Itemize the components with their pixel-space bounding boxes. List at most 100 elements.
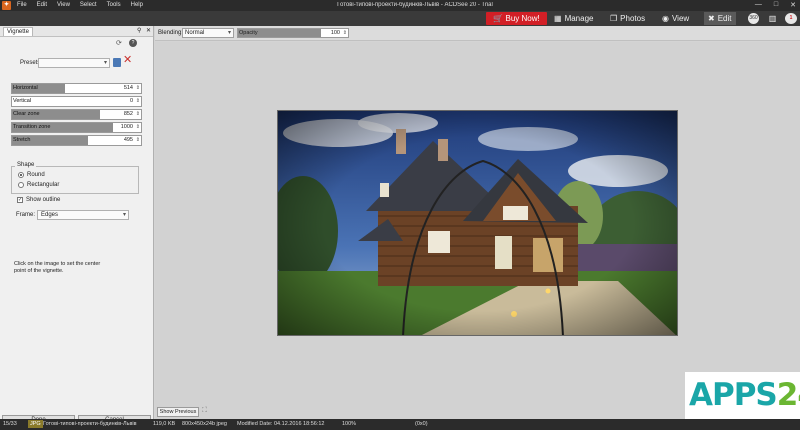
maximize-icon[interactable]: □ <box>774 1 778 9</box>
vignette-hint: Click on the image to set the center poi… <box>14 261 101 274</box>
status-index: 15/33 <box>3 421 17 427</box>
apps24-logo-apps: APPS <box>689 377 778 413</box>
shape-group: Shape Round Rectangular <box>11 162 139 194</box>
photos-icon: ❐ <box>610 14 618 23</box>
blending-label: Blending: <box>158 30 184 36</box>
vertical-slider[interactable]: Vertical 0 ⇕ <box>11 96 142 107</box>
help-icon[interactable]: ? <box>129 39 137 47</box>
house-photo-art <box>278 111 677 335</box>
edit-label: Edit <box>717 14 732 23</box>
menu-bar: File Edit View Select Tools Help <box>17 2 143 8</box>
buy-now-button[interactable]: 🛒 Buy Now! <box>486 12 547 25</box>
vignette-panel: Vignette ⚲ ✕ ⟳ ? Presets ✕ Horizontal 51… <box>0 26 154 426</box>
shape-round-option[interactable]: Round <box>18 172 45 178</box>
transition-zone-spinner-icon[interactable]: ⇕ <box>136 123 140 132</box>
status-modified-date: Modified Date: 04.12.2016 18:56:12 <box>237 421 325 427</box>
view-mode-button[interactable]: ◉ View <box>658 12 693 25</box>
reset-icon[interactable]: ⟳ <box>116 39 122 47</box>
shape-rectangular-option[interactable]: Rectangular <box>18 182 59 188</box>
menu-tools[interactable]: Tools <box>107 2 121 8</box>
house-photo[interactable] <box>277 110 678 336</box>
pin-icon[interactable]: ⚲ <box>137 27 141 34</box>
acdsee-logo-icon[interactable]: ✦ <box>2 1 11 10</box>
photos-mode-button[interactable]: ❐ Photos <box>606 12 649 25</box>
mode-toolbar: 🛒 Buy Now! ▦ Manage ❐ Photos ◉ View ✖ Ed… <box>0 11 800 26</box>
show-outline-option[interactable]: ✓ Show outline <box>17 197 60 203</box>
tab-vignette[interactable]: Vignette <box>3 27 33 36</box>
save-preset-icon[interactable] <box>113 58 121 67</box>
stretch-slider[interactable]: Stretch 495 ⇕ <box>11 135 142 146</box>
round-label: Round <box>27 172 45 178</box>
opacity-value[interactable]: 100 <box>328 29 340 37</box>
clear-zone-label: Clear zone <box>13 111 40 117</box>
minimize-icon[interactable]: — <box>755 1 762 9</box>
vertical-spinner-icon[interactable]: ⇕ <box>136 97 140 106</box>
status-dimensions: 800x450x24b jpeg <box>182 421 227 427</box>
status-file-size: 119,0 KB <box>153 421 176 427</box>
status-filename: Готові-типові-проекти-будинків-Львів <box>43 421 137 427</box>
status-zoom: 100% <box>342 421 357 427</box>
stretch-label: Stretch <box>13 137 31 143</box>
buy-now-label: Buy Now! <box>505 14 540 23</box>
cart-icon: 🛒 <box>493 14 504 23</box>
round-radio[interactable] <box>18 172 24 178</box>
vertical-value[interactable]: 0 <box>113 97 133 106</box>
vertical-label: Vertical <box>13 98 32 104</box>
horizontal-value[interactable]: 514 <box>113 84 133 93</box>
fit-screen-icon[interactable]: ⛶ <box>202 407 207 415</box>
rectangular-label: Rectangular <box>27 182 60 188</box>
close-icon[interactable]: ✕ <box>790 1 796 9</box>
transition-zone-value[interactable]: 1000 <box>113 123 133 132</box>
360-mode-icon[interactable]: 360 <box>748 13 759 24</box>
dashboard-icon[interactable]: ▥ <box>767 13 778 24</box>
opacity-slider[interactable]: Opacity 100 ⇕ <box>237 28 349 38</box>
image-canvas[interactable] <box>155 42 800 404</box>
transition-zone-label: Transition zone <box>13 124 51 130</box>
photos-label: Photos <box>620 14 646 23</box>
clear-zone-spinner-icon[interactable]: ⇕ <box>136 110 140 119</box>
frame-dropdown[interactable]: Edges <box>37 210 129 220</box>
show-outline-label: Show outline <box>26 197 61 203</box>
horizontal-slider[interactable]: Horizontal 514 ⇕ <box>11 83 142 94</box>
clear-zone-slider[interactable]: Clear zone 852 ⇕ <box>11 109 142 120</box>
window-controls: — □ ✕ <box>755 1 796 9</box>
clear-zone-value[interactable]: 852 <box>113 110 133 119</box>
view-label: View <box>671 14 690 23</box>
menu-edit[interactable]: Edit <box>37 2 47 8</box>
show-outline-checkbox[interactable]: ✓ <box>17 197 23 203</box>
eye-icon: ◉ <box>662 14 669 23</box>
horizontal-label: Horizontal <box>13 85 38 91</box>
notification-badge: 1 <box>789 15 793 21</box>
title-bar: ✦ File Edit View Select Tools Help Готов… <box>0 0 800 11</box>
menu-help[interactable]: Help <box>131 2 143 8</box>
edit-mode-button[interactable]: ✖ Edit <box>704 12 736 25</box>
notification-icon[interactable]: 1 <box>785 13 797 24</box>
manage-mode-button[interactable]: ▦ Manage <box>550 12 597 25</box>
shape-title: Shape <box>15 162 37 168</box>
panel-body: ⟳ ? Presets ✕ Horizontal 514 ⇕ Vertical … <box>0 36 153 426</box>
opacity-spinner-icon[interactable]: ⇕ <box>343 29 347 37</box>
transition-zone-slider[interactable]: Transition zone 1000 ⇕ <box>11 122 142 133</box>
options-bar: Blending: Normal Opacity 100 ⇕ <box>155 26 800 41</box>
panel-close-icon[interactable]: ✕ <box>146 27 151 34</box>
file-type-badge: JPG <box>28 420 43 428</box>
grid-icon: ▦ <box>554 14 562 23</box>
stretch-spinner-icon[interactable]: ⇕ <box>136 136 140 145</box>
show-previous-button[interactable]: Show Previous <box>157 407 199 417</box>
menu-select[interactable]: Select <box>80 2 97 8</box>
opacity-label: Opacity <box>239 30 258 36</box>
status-coordinates: (0x0) <box>415 421 428 427</box>
apps24-logo: APPS24 <box>689 378 800 412</box>
menu-file[interactable]: File <box>17 2 27 8</box>
delete-preset-icon[interactable]: ✕ <box>123 55 132 66</box>
blending-dropdown[interactable]: Normal <box>182 28 234 38</box>
presets-dropdown[interactable] <box>38 58 110 68</box>
manage-label: Manage <box>564 14 594 23</box>
rectangular-radio[interactable] <box>18 182 24 188</box>
horizontal-spinner-icon[interactable]: ⇕ <box>136 84 140 93</box>
apps24-logo-number: 24 <box>776 377 800 413</box>
status-bar: 15/33 JPG Готові-типові-проекти-будинків… <box>0 419 800 430</box>
edit-tools-icon: ✖ <box>708 14 715 23</box>
stretch-value[interactable]: 495 <box>113 136 133 145</box>
menu-view[interactable]: View <box>57 2 70 8</box>
